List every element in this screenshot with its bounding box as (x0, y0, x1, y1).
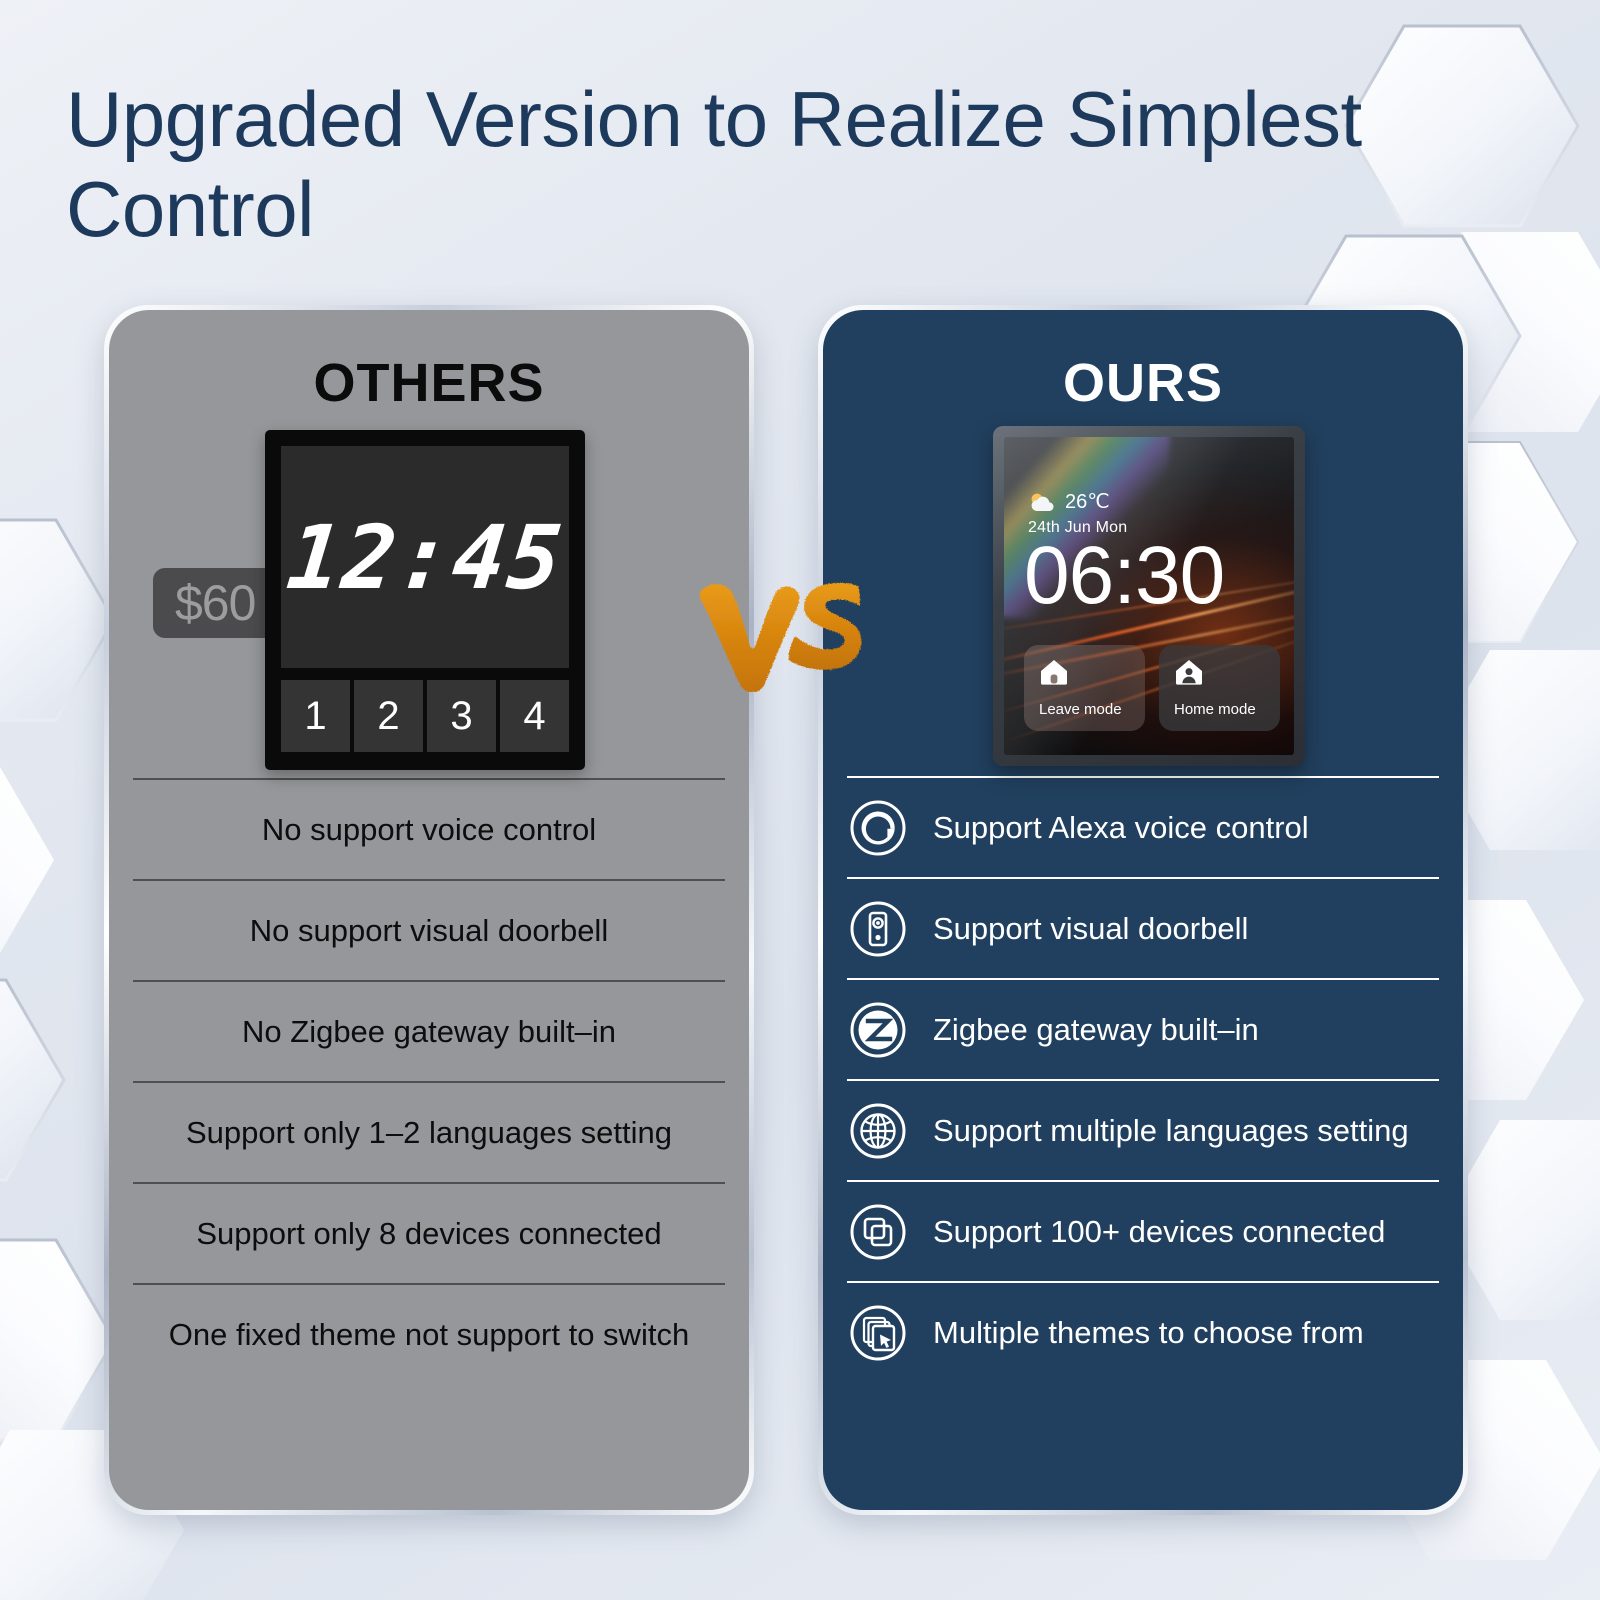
others-feature-list: No support voice control No support visu… (109, 778, 749, 1384)
alexa-ring-icon (850, 800, 906, 855)
ours-feature-label: Multiple themes to choose from (933, 1314, 1364, 1350)
others-feature-row: Support only 8 devices connected (133, 1182, 725, 1283)
others-feature-label: No support voice control (261, 811, 597, 847)
house-icon (1041, 660, 1067, 685)
others-device: 12:45 1 2 3 4 (265, 430, 585, 770)
doorbell-camera-icon (850, 901, 906, 956)
ours-feature-label: Support Alexa voice control (933, 809, 1309, 845)
others-feature-label: One fixed theme not support to switch (168, 1316, 690, 1352)
others-feature-label: No support visual doorbell (249, 912, 609, 948)
others-feature-row: No support voice control (133, 778, 725, 879)
ours-feature-row: Support 100+ devices connected (847, 1180, 1439, 1281)
ours-device-screen: 26℃ 24th Jun Mon 06:30 Leave mode Home m… (1004, 437, 1294, 755)
mode-button-row: Leave mode Home mode (1024, 645, 1280, 731)
ours-feature-row: Support Alexa voice control (847, 776, 1439, 877)
ours-feature-label: Support multiple languages setting (933, 1112, 1409, 1148)
ours-feature-label: Zigbee gateway built–in (933, 1011, 1259, 1047)
person-in-house-icon (1176, 660, 1202, 685)
sun-behind-cloud-icon (1031, 493, 1054, 511)
others-key-1[interactable]: 1 (281, 680, 350, 752)
others-feature-row: Support only 1–2 languages setting (133, 1081, 725, 1182)
others-key-2[interactable]: 2 (354, 680, 423, 752)
others-feature-label: Support only 1–2 languages setting (185, 1114, 673, 1150)
vs-badge (699, 582, 862, 692)
others-panel: OTHERS $60 12:45 1 2 3 4 No support voic… (104, 305, 754, 1515)
others-heading: OTHERS (313, 353, 545, 413)
others-key-4[interactable]: 4 (500, 680, 569, 752)
ours-feature-row: Support multiple languages setting (847, 1079, 1439, 1180)
ours-feature-label: Support visual doorbell (933, 910, 1249, 946)
ours-device: 26℃ 24th Jun Mon 06:30 Leave mode Home m… (993, 426, 1305, 766)
page-title: Upgraded Version to Realize Simplest Con… (66, 75, 1362, 254)
leave-mode-button[interactable]: Leave mode (1024, 645, 1145, 731)
others-feature-label: No Zigbee gateway built–in (242, 1013, 616, 1049)
others-feature-row: No support visual doorbell (133, 879, 725, 980)
ours-feature-row: Multiple themes to choose from (847, 1281, 1439, 1382)
others-device-area: $60 12:45 1 2 3 4 (109, 428, 749, 778)
leave-mode-label: Leave mode (1039, 701, 1122, 718)
devices-stack-icon (850, 1204, 906, 1259)
ours-feature-label: Support 100+ devices connected (933, 1213, 1386, 1249)
zigbee-icon (850, 1002, 906, 1057)
home-mode-label: Home mode (1174, 701, 1256, 718)
ours-feature-list: Support Alexa voice control Support visu… (823, 776, 1463, 1382)
others-feature-row: One fixed theme not support to switch (133, 1283, 725, 1384)
others-key-row: 1 2 3 4 (281, 680, 569, 752)
globe-icon (850, 1103, 906, 1158)
ours-feature-row: Support visual doorbell (847, 877, 1439, 978)
ours-clock-time: 06:30 (1024, 530, 1225, 621)
ours-device-area: 26℃ 24th Jun Mon 06:30 Leave mode Home m… (823, 426, 1463, 776)
others-clock-time: 12:45 (282, 505, 568, 609)
ours-panel: OURS 26℃ 24th Jun Mon 06:30 Leave mode H… (818, 305, 1468, 1515)
others-feature-label: Support only 8 devices connected (196, 1215, 662, 1251)
others-lcd-screen: 12:45 (281, 446, 569, 668)
ours-feature-row: Zigbee gateway built–in (847, 978, 1439, 1079)
temperature-value: 26℃ (1065, 491, 1110, 513)
home-mode-button[interactable]: Home mode (1159, 645, 1280, 731)
themes-cursor-icon (850, 1305, 906, 1360)
others-key-3[interactable]: 3 (427, 680, 496, 752)
ours-heading: OURS (1062, 353, 1223, 413)
others-feature-row: No Zigbee gateway built–in (133, 980, 725, 1081)
